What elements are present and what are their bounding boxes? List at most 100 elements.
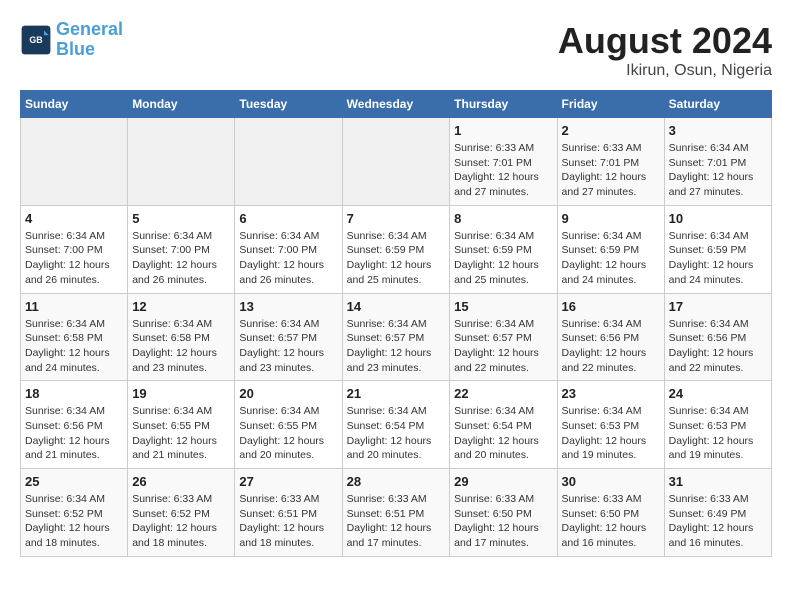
day-info: Sunrise: 6:34 AM Sunset: 6:56 PM Dayligh… [25, 404, 123, 463]
day-info: Sunrise: 6:34 AM Sunset: 6:55 PM Dayligh… [239, 404, 337, 463]
day-info: Sunrise: 6:33 AM Sunset: 6:51 PM Dayligh… [239, 492, 337, 551]
calendar-body: 1 Sunrise: 6:33 AM Sunset: 7:01 PM Daylig… [21, 118, 772, 557]
day-number: 16 [562, 299, 660, 314]
calendar-header: SundayMondayTuesdayWednesdayThursdayFrid… [21, 91, 772, 118]
svg-text:GB: GB [29, 35, 42, 45]
calendar-cell: 10 Sunrise: 6:34 AM Sunset: 6:59 PM Dayli… [664, 205, 771, 293]
day-number: 8 [454, 211, 552, 226]
day-number: 11 [25, 299, 123, 314]
calendar-cell [235, 118, 342, 206]
day-number: 10 [669, 211, 767, 226]
day-number: 24 [669, 386, 767, 401]
day-info: Sunrise: 6:33 AM Sunset: 7:01 PM Dayligh… [562, 141, 660, 200]
logo-text: General Blue [56, 20, 123, 60]
day-info: Sunrise: 6:34 AM Sunset: 6:59 PM Dayligh… [347, 229, 446, 288]
calendar-cell: 24Sunrise: 6:34 AM Sunset: 6:53 PM Dayli… [664, 381, 771, 469]
day-info: Sunrise: 6:34 AM Sunset: 6:59 PM Dayligh… [454, 229, 552, 288]
day-number: 14 [347, 299, 446, 314]
day-number: 28 [347, 474, 446, 489]
day-info: Sunrise: 6:34 AM Sunset: 6:57 PM Dayligh… [454, 317, 552, 376]
title-block: August 2024 Ikirun, Osun, Nigeria [558, 20, 772, 80]
calendar-week-2: 4 Sunrise: 6:34 AM Sunset: 7:00 PM Daylig… [21, 205, 772, 293]
day-number: 15 [454, 299, 552, 314]
day-info: Sunrise: 6:33 AM Sunset: 6:51 PM Dayligh… [347, 492, 446, 551]
day-info: Sunrise: 6:34 AM Sunset: 6:59 PM Dayligh… [669, 229, 767, 288]
day-info: Sunrise: 6:34 AM Sunset: 7:00 PM Dayligh… [132, 229, 230, 288]
calendar-cell: 28 Sunrise: 6:33 AM Sunset: 6:51 PM Dayli… [342, 469, 450, 557]
calendar-cell: 31 Sunrise: 6:33 AM Sunset: 6:49 PM Dayli… [664, 469, 771, 557]
day-info: Sunrise: 6:34 AM Sunset: 6:54 PM Dayligh… [454, 404, 552, 463]
day-number: 30 [562, 474, 660, 489]
day-number: 3 [669, 123, 767, 138]
day-number: 2 [562, 123, 660, 138]
day-info: Sunrise: 6:34 AM Sunset: 7:00 PM Dayligh… [239, 229, 337, 288]
calendar-week-3: 11 Sunrise: 6:34 AM Sunset: 6:58 PM Dayli… [21, 293, 772, 381]
day-number: 22 [454, 386, 552, 401]
logo-general: General [56, 19, 123, 39]
day-number: 23 [562, 386, 660, 401]
day-number: 31 [669, 474, 767, 489]
calendar-cell: 1 Sunrise: 6:33 AM Sunset: 7:01 PM Daylig… [450, 118, 557, 206]
weekday-header-tuesday: Tuesday [235, 91, 342, 118]
day-info: Sunrise: 6:34 AM Sunset: 6:52 PM Dayligh… [25, 492, 123, 551]
weekday-row: SundayMondayTuesdayWednesdayThursdayFrid… [21, 91, 772, 118]
day-number: 17 [669, 299, 767, 314]
page-header: GB General Blue August 2024 Ikirun, Osun… [20, 20, 772, 80]
calendar-cell [342, 118, 450, 206]
day-info: Sunrise: 6:34 AM Sunset: 6:58 PM Dayligh… [25, 317, 123, 376]
day-info: Sunrise: 6:34 AM Sunset: 6:54 PM Dayligh… [347, 404, 446, 463]
day-info: Sunrise: 6:34 AM Sunset: 6:59 PM Dayligh… [562, 229, 660, 288]
calendar-cell [21, 118, 128, 206]
day-info: Sunrise: 6:34 AM Sunset: 7:01 PM Dayligh… [669, 141, 767, 200]
calendar-cell: 22 Sunrise: 6:34 AM Sunset: 6:54 PM Dayli… [450, 381, 557, 469]
weekday-header-saturday: Saturday [664, 91, 771, 118]
day-number: 29 [454, 474, 552, 489]
calendar-cell: 20Sunrise: 6:34 AM Sunset: 6:55 PM Dayli… [235, 381, 342, 469]
calendar-week-5: 25Sunrise: 6:34 AM Sunset: 6:52 PM Dayli… [21, 469, 772, 557]
page-subtitle: Ikirun, Osun, Nigeria [558, 62, 772, 80]
day-number: 1 [454, 123, 552, 138]
calendar-week-1: 1 Sunrise: 6:33 AM Sunset: 7:01 PM Daylig… [21, 118, 772, 206]
calendar-cell: 25Sunrise: 6:34 AM Sunset: 6:52 PM Dayli… [21, 469, 128, 557]
calendar-cell: 26 Sunrise: 6:33 AM Sunset: 6:52 PM Dayli… [128, 469, 235, 557]
calendar-cell: 14 Sunrise: 6:34 AM Sunset: 6:57 PM Dayli… [342, 293, 450, 381]
day-number: 6 [239, 211, 337, 226]
calendar-cell: 21 Sunrise: 6:34 AM Sunset: 6:54 PM Dayli… [342, 381, 450, 469]
day-number: 13 [239, 299, 337, 314]
logo: GB General Blue [20, 20, 123, 60]
calendar-cell: 7Sunrise: 6:34 AM Sunset: 6:59 PM Daylig… [342, 205, 450, 293]
day-number: 4 [25, 211, 123, 226]
day-info: Sunrise: 6:34 AM Sunset: 6:58 PM Dayligh… [132, 317, 230, 376]
calendar-cell: 30 Sunrise: 6:33 AM Sunset: 6:50 PM Dayli… [557, 469, 664, 557]
weekday-header-sunday: Sunday [21, 91, 128, 118]
calendar-cell: 15 Sunrise: 6:34 AM Sunset: 6:57 PM Dayli… [450, 293, 557, 381]
calendar-cell [128, 118, 235, 206]
day-info: Sunrise: 6:33 AM Sunset: 6:52 PM Dayligh… [132, 492, 230, 551]
calendar-cell: 23 Sunrise: 6:34 AM Sunset: 6:53 PM Dayli… [557, 381, 664, 469]
logo-blue: Blue [56, 39, 95, 59]
weekday-header-thursday: Thursday [450, 91, 557, 118]
page-title: August 2024 [558, 20, 772, 62]
day-number: 9 [562, 211, 660, 226]
calendar-cell: 8 Sunrise: 6:34 AM Sunset: 6:59 PM Daylig… [450, 205, 557, 293]
calendar-cell: 18 Sunrise: 6:34 AM Sunset: 6:56 PM Dayli… [21, 381, 128, 469]
calendar-cell: 2 Sunrise: 6:33 AM Sunset: 7:01 PM Daylig… [557, 118, 664, 206]
calendar-cell: 9 Sunrise: 6:34 AM Sunset: 6:59 PM Daylig… [557, 205, 664, 293]
calendar-table: SundayMondayTuesdayWednesdayThursdayFrid… [20, 90, 772, 557]
day-number: 18 [25, 386, 123, 401]
day-info: Sunrise: 6:33 AM Sunset: 6:49 PM Dayligh… [669, 492, 767, 551]
day-info: Sunrise: 6:33 AM Sunset: 7:01 PM Dayligh… [454, 141, 552, 200]
day-info: Sunrise: 6:34 AM Sunset: 6:53 PM Dayligh… [562, 404, 660, 463]
day-info: Sunrise: 6:34 AM Sunset: 6:56 PM Dayligh… [562, 317, 660, 376]
calendar-cell: 19Sunrise: 6:34 AM Sunset: 6:55 PM Dayli… [128, 381, 235, 469]
calendar-cell: 17Sunrise: 6:34 AM Sunset: 6:56 PM Dayli… [664, 293, 771, 381]
day-number: 26 [132, 474, 230, 489]
day-info: Sunrise: 6:33 AM Sunset: 6:50 PM Dayligh… [562, 492, 660, 551]
day-info: Sunrise: 6:34 AM Sunset: 6:57 PM Dayligh… [347, 317, 446, 376]
day-number: 21 [347, 386, 446, 401]
day-number: 19 [132, 386, 230, 401]
day-number: 5 [132, 211, 230, 226]
day-info: Sunrise: 6:34 AM Sunset: 6:57 PM Dayligh… [239, 317, 337, 376]
day-number: 27 [239, 474, 337, 489]
calendar-cell: 16 Sunrise: 6:34 AM Sunset: 6:56 PM Dayli… [557, 293, 664, 381]
